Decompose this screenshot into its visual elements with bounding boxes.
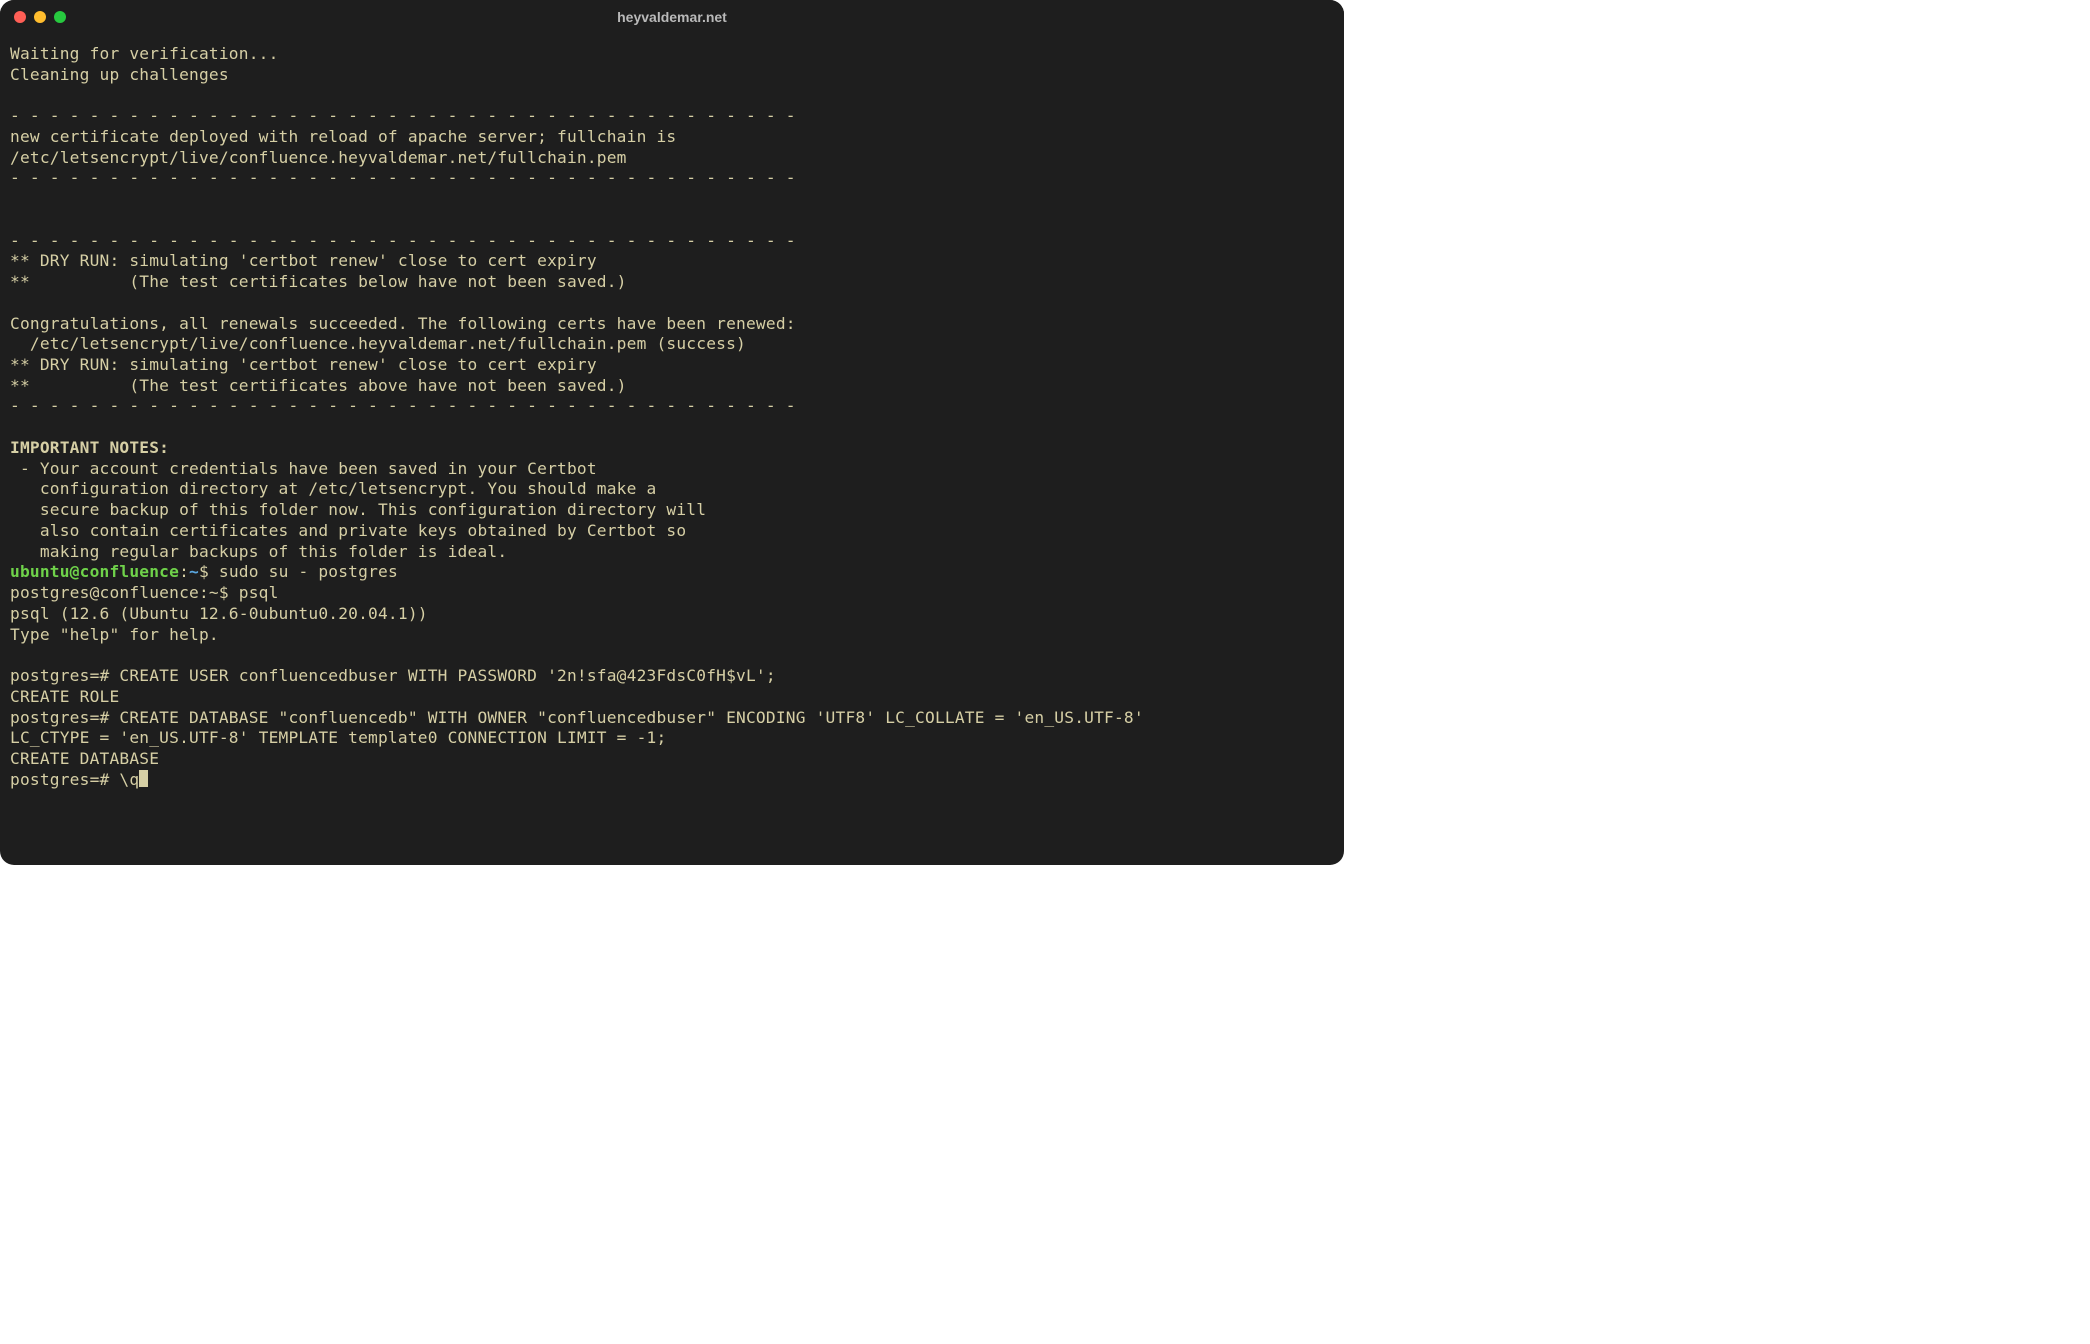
minimize-icon[interactable] xyxy=(34,11,46,23)
prompt-command: sudo su - postgres xyxy=(219,562,398,581)
output-line: postgres=# CREATE USER confluencedbuser … xyxy=(10,666,776,685)
output-line: Cleaning up challenges xyxy=(10,65,229,84)
output-line: ** DRY RUN: simulating 'certbot renew' c… xyxy=(10,355,597,374)
output-line: /etc/letsencrypt/live/confluence.heyvald… xyxy=(10,334,746,353)
output-line: psql (12.6 (Ubuntu 12.6-0ubuntu0.20.04.1… xyxy=(10,604,428,623)
output-line: - Your account credentials have been sav… xyxy=(10,459,597,478)
output-line: new certificate deployed with reload of … xyxy=(10,127,676,146)
output-line: configuration directory at /etc/letsencr… xyxy=(10,479,656,498)
important-notes-heading: IMPORTANT NOTES: xyxy=(10,438,169,457)
output-line: postgres@confluence:~$ psql xyxy=(10,583,279,602)
prompt-path: ~ xyxy=(189,562,199,581)
zoom-icon[interactable] xyxy=(54,11,66,23)
output-line: ** DRY RUN: simulating 'certbot renew' c… xyxy=(10,251,597,270)
terminal-window: heyvaldemar.net Waiting for verification… xyxy=(0,0,1344,865)
prompt-symbol: $ xyxy=(199,562,219,581)
output-line: making regular backups of this folder is… xyxy=(10,542,507,561)
output-line: also contain certificates and private ke… xyxy=(10,521,686,540)
output-line: ** (The test certificates above have not… xyxy=(10,376,627,395)
close-icon[interactable] xyxy=(14,11,26,23)
output-line: Type "help" for help. xyxy=(10,625,219,644)
output-line: - - - - - - - - - - - - - - - - - - - - … xyxy=(10,396,796,415)
output-line: secure backup of this folder now. This c… xyxy=(10,500,706,519)
output-line: LC_CTYPE = 'en_US.UTF-8' TEMPLATE templa… xyxy=(10,728,666,747)
output-line: Congratulations, all renewals succeeded.… xyxy=(10,314,796,333)
output-line: - - - - - - - - - - - - - - - - - - - - … xyxy=(10,231,796,250)
output-line: postgres=# CREATE DATABASE "confluencedb… xyxy=(10,708,1144,727)
output-line: CREATE DATABASE xyxy=(10,749,159,768)
output-line: - - - - - - - - - - - - - - - - - - - - … xyxy=(10,106,796,125)
prompt-sep: : xyxy=(179,562,189,581)
terminal-content[interactable]: Waiting for verification... Cleaning up … xyxy=(0,34,1344,796)
output-line: postgres=# \q xyxy=(10,770,139,789)
prompt-user-host: ubuntu@confluence xyxy=(10,562,179,581)
window-controls xyxy=(14,11,66,23)
cursor-icon xyxy=(139,770,148,787)
output-line: - - - - - - - - - - - - - - - - - - - - … xyxy=(10,168,796,187)
output-line: Waiting for verification... xyxy=(10,44,279,63)
output-line: CREATE ROLE xyxy=(10,687,119,706)
window-title: heyvaldemar.net xyxy=(0,9,1344,25)
titlebar: heyvaldemar.net xyxy=(0,0,1344,34)
output-line: ** (The test certificates below have not… xyxy=(10,272,627,291)
output-line: /etc/letsencrypt/live/confluence.heyvald… xyxy=(10,148,627,167)
